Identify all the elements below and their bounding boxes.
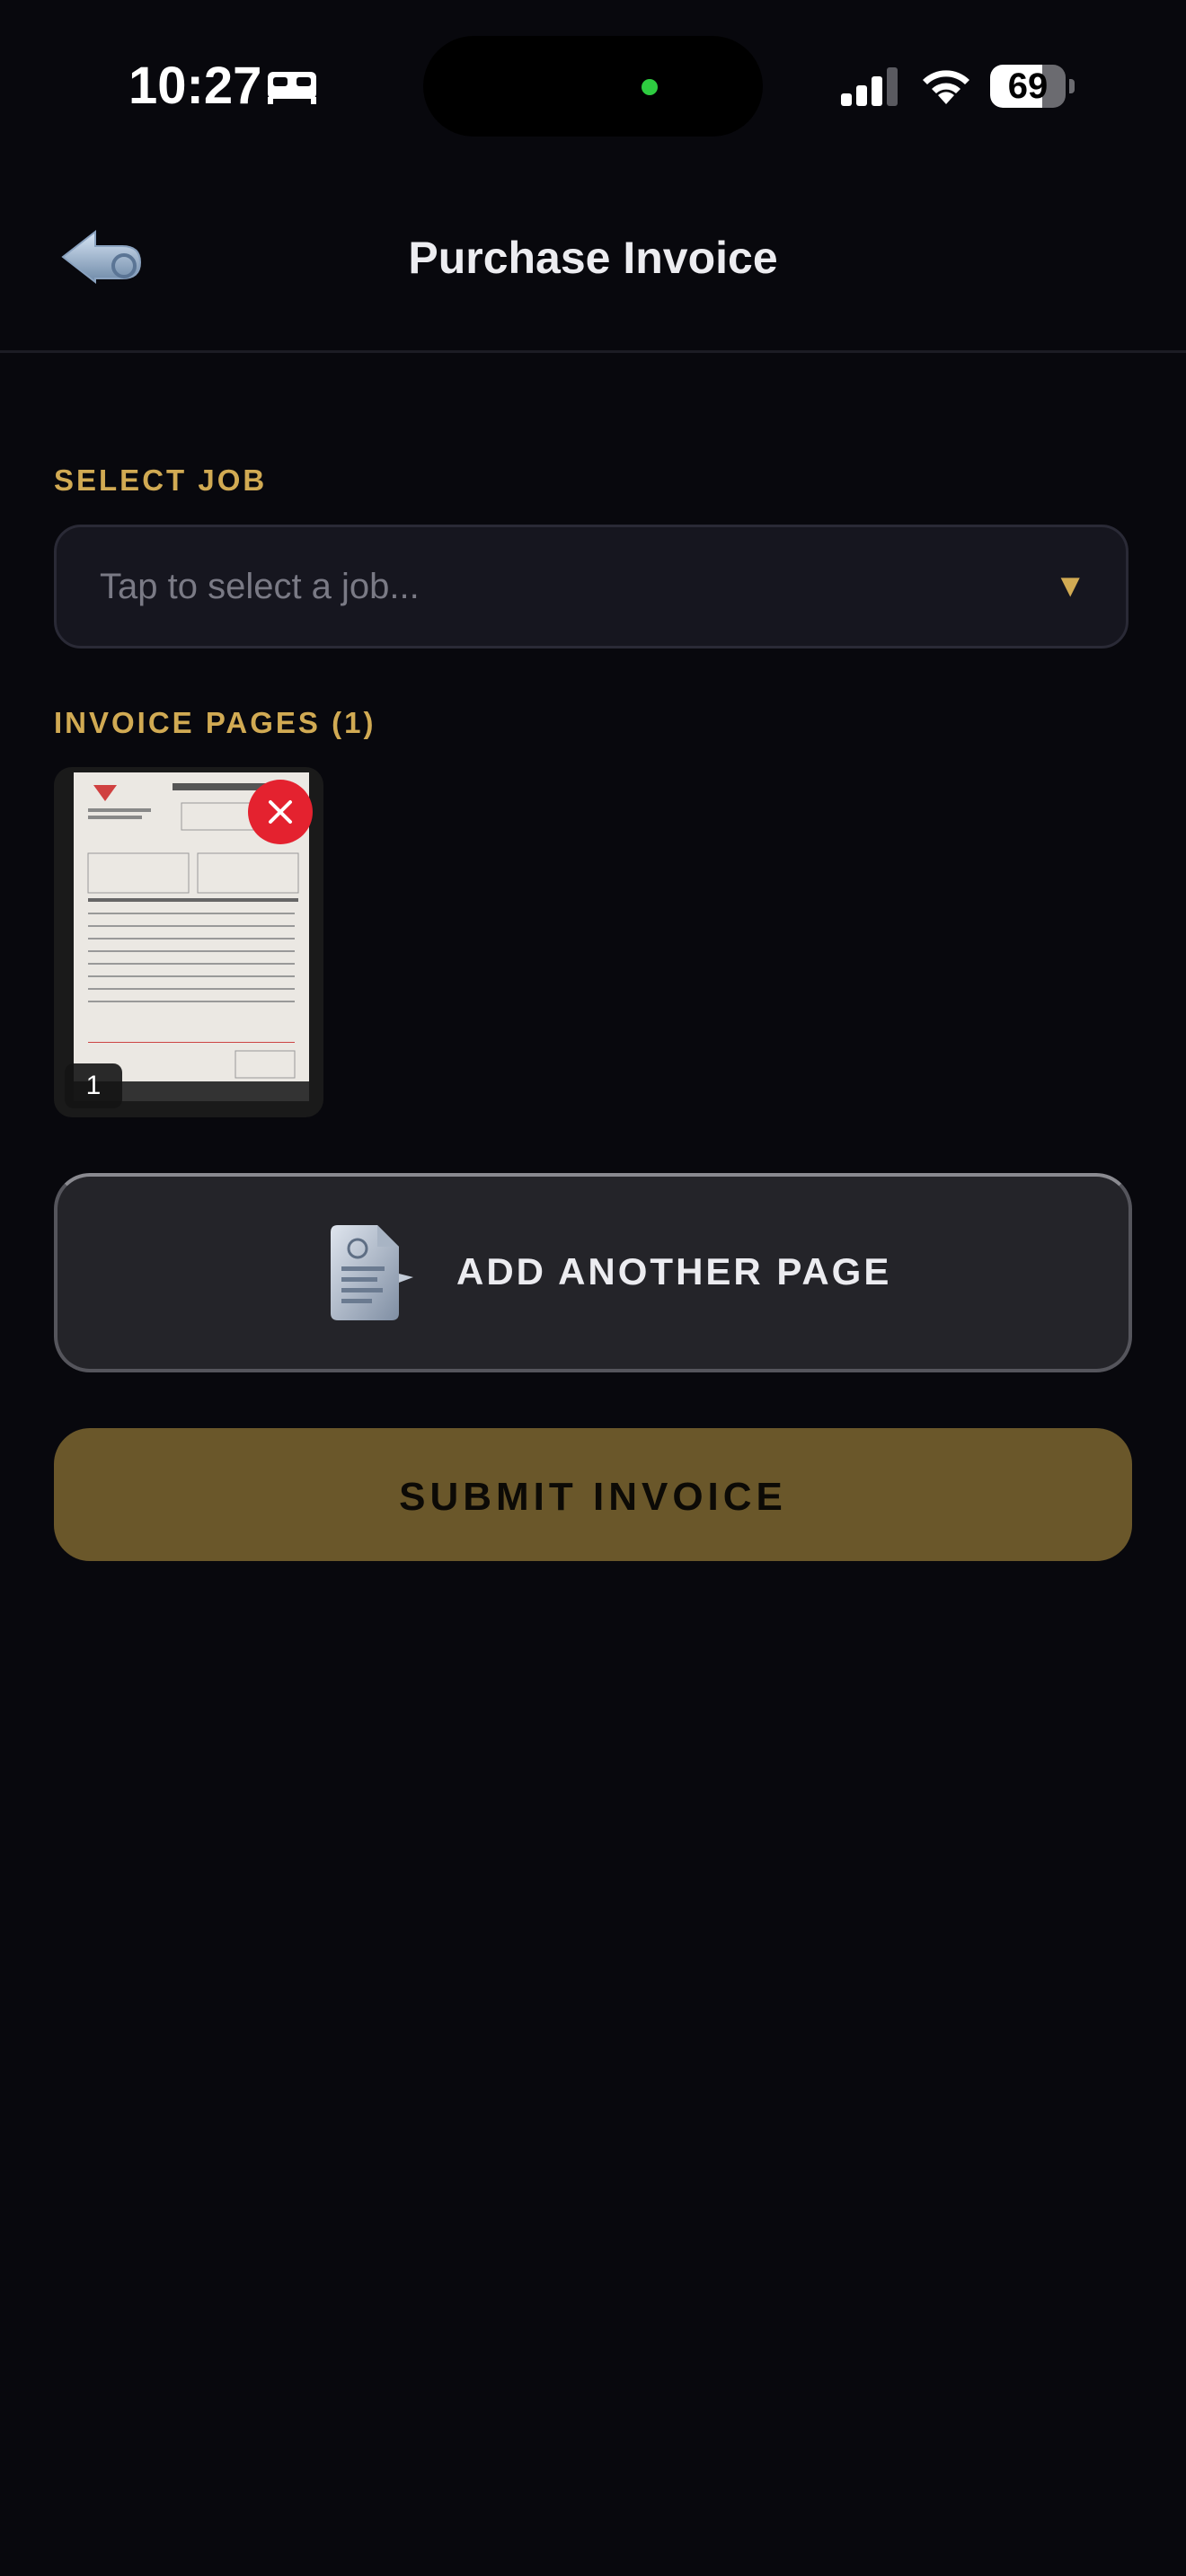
page-number-badge: 1 <box>65 1063 122 1108</box>
chevron-down-icon: ▼ <box>1054 567 1086 604</box>
close-icon <box>269 800 292 824</box>
submit-invoice-label: SUBMIT INVOICE <box>399 1475 787 1519</box>
job-select-placeholder: Tap to select a job... <box>100 567 420 606</box>
bed-icon <box>268 72 316 104</box>
camera-indicator-dot <box>642 79 658 95</box>
battery-level: 69 <box>1007 66 1049 106</box>
add-another-page-label: ADD ANOTHER PAGE <box>456 1250 892 1292</box>
submit-invoice-button[interactable]: SUBMIT INVOICE <box>54 1428 1132 1561</box>
battery-icon: 69 <box>990 65 1075 108</box>
status-bar: 10:27 69 <box>0 0 1186 171</box>
remove-page-button[interactable] <box>248 780 313 844</box>
page-title: Purchase Invoice <box>408 233 778 283</box>
select-job-label: SELECT JOB <box>54 463 268 497</box>
header: Purchase Invoice <box>0 171 1186 353</box>
invoice-pages-label: INVOICE PAGES (1) <box>54 706 376 739</box>
dynamic-island <box>423 36 763 137</box>
screen: 10:27 69 Purchase Invoice SELECT JOB Tap… <box>0 0 1186 2576</box>
document-scan-icon <box>331 1225 413 1320</box>
add-another-page-button[interactable]: ADD ANOTHER PAGE <box>54 1173 1132 1372</box>
cellular-signal-icon <box>841 67 898 106</box>
status-time: 10:27 <box>128 57 262 115</box>
wifi-icon <box>923 70 969 104</box>
job-select-dropdown[interactable]: Tap to select a job... ▼ <box>54 525 1128 648</box>
